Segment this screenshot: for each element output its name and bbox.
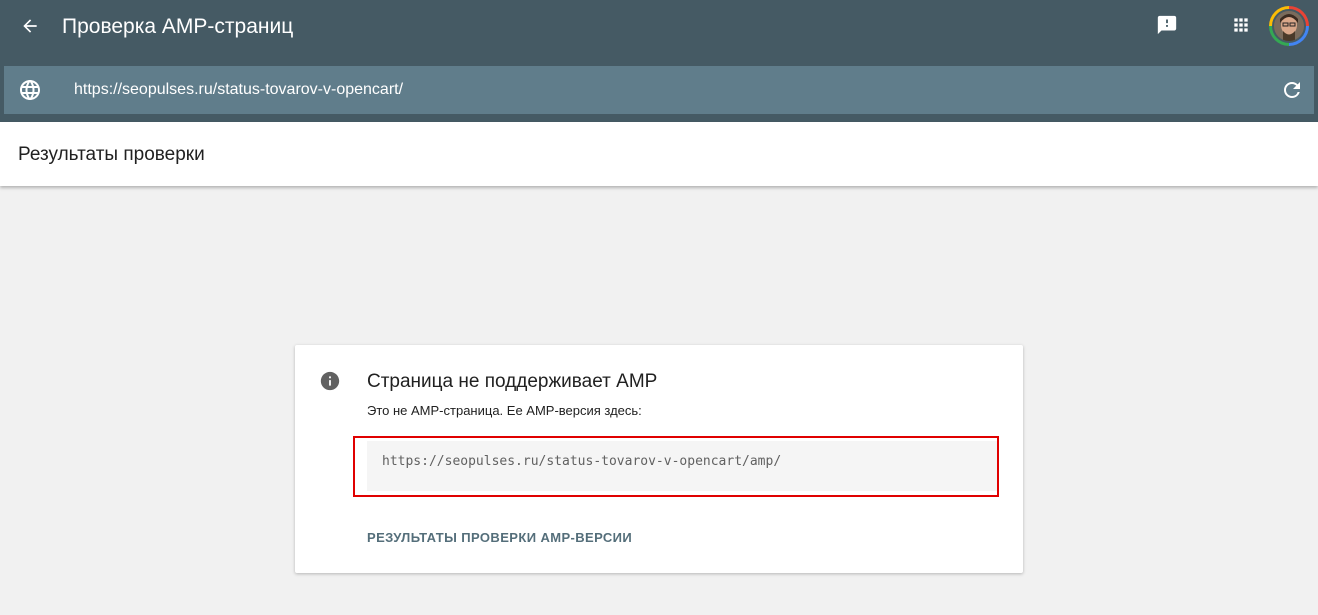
reload-icon[interactable] xyxy=(1280,78,1304,102)
results-header: Результаты проверки xyxy=(0,122,1318,186)
apps-button[interactable] xyxy=(1226,10,1256,40)
apps-grid-icon xyxy=(1234,18,1248,32)
globe-icon xyxy=(20,80,40,100)
page-title: Результаты проверки xyxy=(18,144,205,165)
app-title: Проверка AMP-страниц xyxy=(62,15,294,38)
result-title: Страница не поддерживает AMP xyxy=(367,371,658,392)
highlight-frame xyxy=(353,436,999,497)
result-card: Страница не поддерживает AMP Это не AMP-… xyxy=(295,345,1023,573)
result-description: Это не AMP-страница. Ее AMP-версия здесь… xyxy=(367,403,642,418)
avatar[interactable] xyxy=(1269,6,1309,46)
arrow-back-icon xyxy=(23,19,37,33)
back-button[interactable] xyxy=(14,10,46,42)
url-input[interactable]: https://seopulses.ru/status-tovarov-v-op… xyxy=(74,79,403,101)
avatar-photo xyxy=(1272,9,1306,43)
info-icon xyxy=(320,371,340,391)
feedback-icon xyxy=(1157,15,1177,35)
amp-results-link[interactable]: РЕЗУЛЬТАТЫ ПРОВЕРКИ AMP-ВЕРСИИ xyxy=(367,529,632,547)
feedback-button[interactable] xyxy=(1152,10,1182,40)
app-bar: Проверка AMP-страниц https://seopulses.r… xyxy=(0,0,1318,122)
url-bar[interactable]: https://seopulses.ru/status-tovarov-v-op… xyxy=(4,66,1314,114)
